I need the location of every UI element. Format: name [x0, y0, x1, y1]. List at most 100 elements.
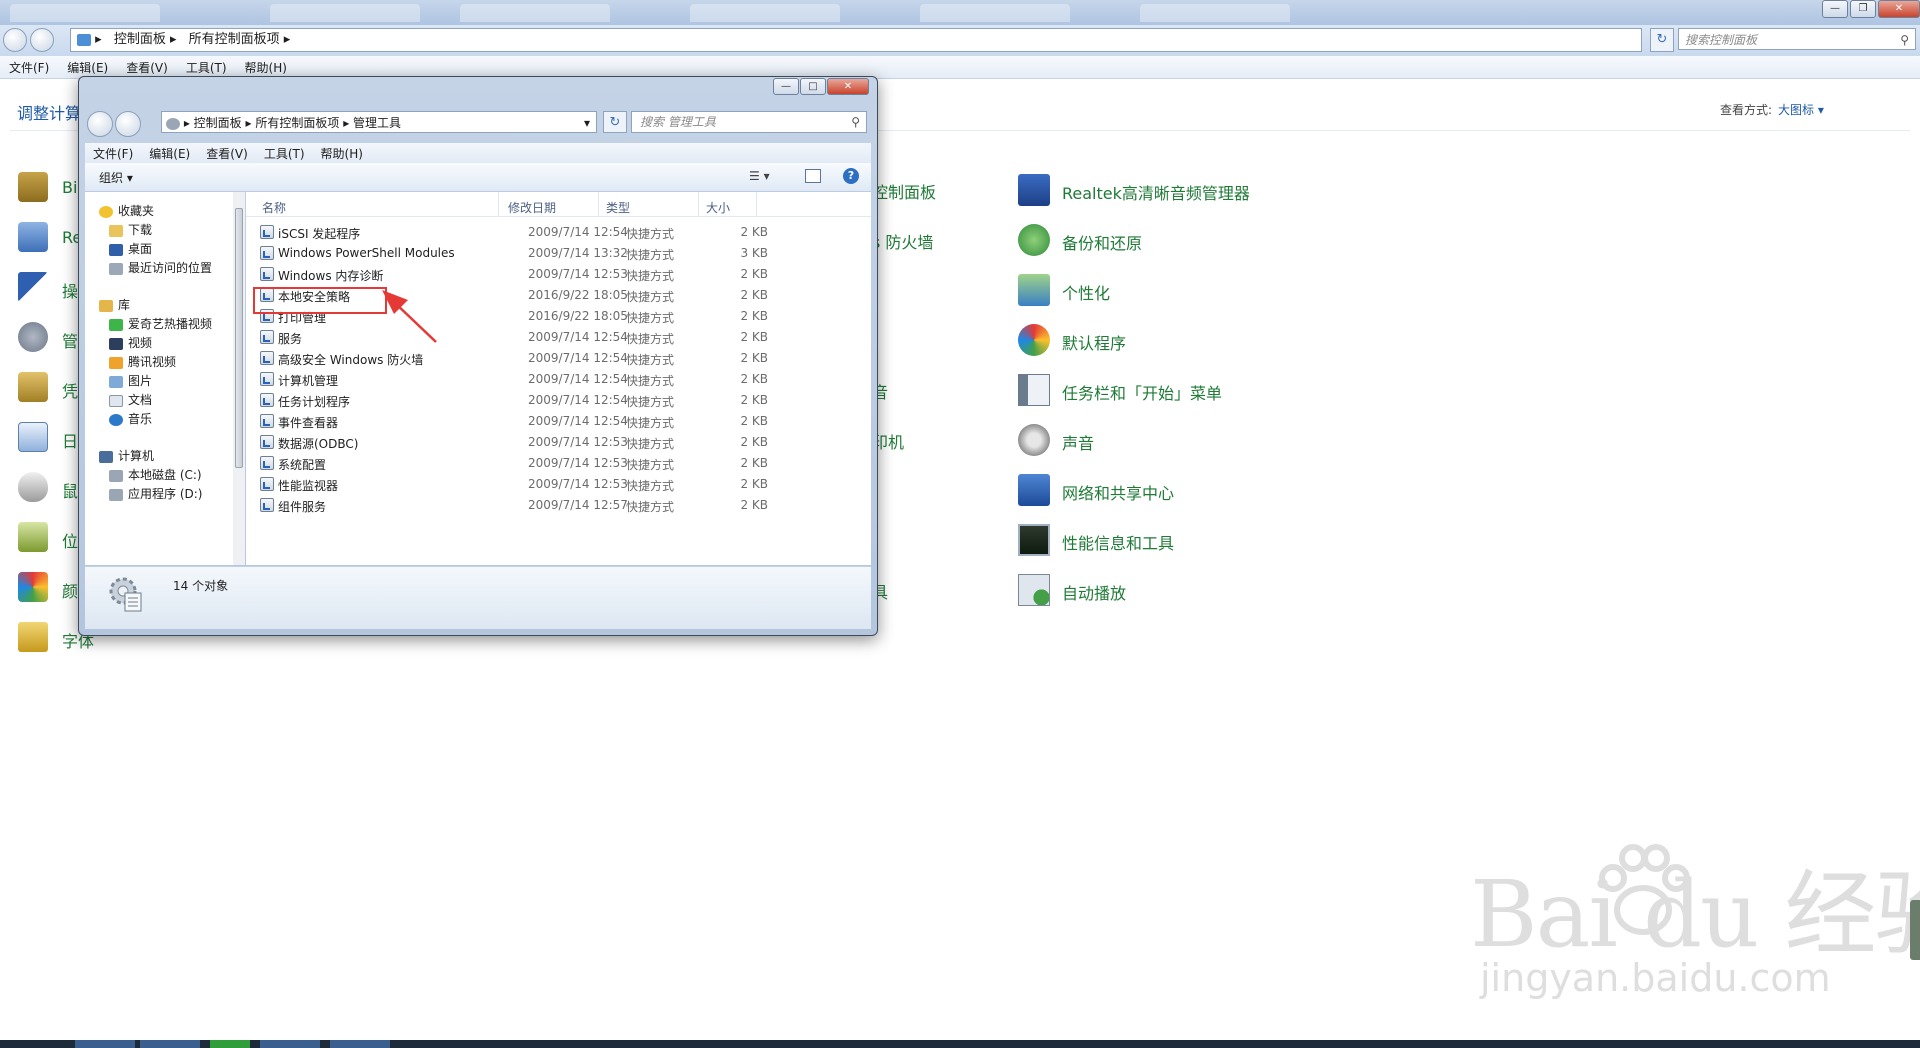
file-size: 2 KB: [740, 435, 768, 449]
refresh-button[interactable]: ↻: [603, 111, 627, 133]
close-button[interactable]: ✕: [1878, 0, 1920, 18]
breadcrumb[interactable]: 控制面板: [106, 32, 166, 47]
menu-view[interactable]: 查看(V): [198, 143, 256, 164]
taskbar-tab[interactable]: [460, 4, 610, 22]
file-row[interactable]: Windows 内存诊断 2009/7/14 12:53 快捷方式 2 KB: [258, 266, 858, 283]
scroll-thumb[interactable]: [235, 208, 243, 468]
speaker-icon: [1018, 424, 1050, 456]
baidu-watermark: Bai du 经验 jingyan.baidu.com: [1470, 840, 1920, 1040]
view-options-icon[interactable]: ☰ ▾: [749, 169, 770, 183]
column-date-modified[interactable]: 修改日期: [508, 199, 556, 216]
file-type: 快捷方式: [626, 374, 675, 388]
address-bar[interactable]: ▸ 控制面板 ▸ 所有控制面板项 ▸: [70, 28, 1642, 52]
cp-item-taskbar-start[interactable]: 任务栏和「开始」菜单: [1018, 374, 1418, 408]
maximize-button[interactable]: □: [800, 78, 826, 95]
address-dropdown-icon[interactable]: ▾: [584, 112, 590, 134]
nav-library-item[interactable]: 音乐: [109, 410, 152, 428]
menu-file[interactable]: 文件(F): [85, 143, 141, 164]
search-input[interactable]: 搜索控制面板 ⚲: [1678, 28, 1916, 50]
nav-drive-c[interactable]: 本地磁盘 (C:): [109, 466, 202, 484]
column-type[interactable]: 类型: [606, 199, 630, 216]
view-by-dropdown[interactable]: 大图标 ▾: [1778, 103, 1824, 117]
breadcrumb[interactable]: 控制面板: [194, 116, 242, 130]
taskbar-tab[interactable]: [690, 4, 840, 22]
menu-help[interactable]: 帮助(H): [313, 143, 371, 164]
nav-library-item[interactable]: 爱奇艺热播视频: [109, 315, 212, 333]
cp-item-default-programs[interactable]: 默认程序: [1018, 324, 1418, 358]
taskbar-tab[interactable]: [10, 4, 160, 22]
nav-favorites[interactable]: 收藏夹: [99, 202, 154, 220]
menu-edit[interactable]: 编辑(E): [141, 143, 198, 164]
organize-button[interactable]: 组织 ▾: [99, 169, 133, 186]
restore-button[interactable]: ❐: [1850, 0, 1876, 18]
cp-item-backup[interactable]: 备份和还原: [1018, 224, 1418, 258]
forward-button[interactable]: [30, 28, 54, 52]
taskbar-tab[interactable]: [920, 4, 1070, 22]
nav-library-item[interactable]: 文档: [109, 391, 152, 409]
file-row[interactable]: 性能监视器 2009/7/14 12:53 快捷方式 2 KB: [258, 476, 858, 493]
file-row[interactable]: Windows PowerShell Modules 2009/7/14 13:3…: [258, 245, 858, 262]
cp-item-personalization[interactable]: 个性化: [1018, 274, 1418, 308]
back-button[interactable]: [3, 28, 27, 52]
recent-places-icon: [109, 262, 123, 275]
minimize-button[interactable]: —: [1822, 0, 1848, 18]
realtek-audio-icon: [1018, 174, 1050, 206]
address-bar[interactable]: ▸ 控制面板 ▸ 所有控制面板项 ▸ 管理工具 ▾: [161, 111, 597, 133]
taskbar-button[interactable]: [260, 1040, 320, 1048]
breadcrumb[interactable]: 所有控制面板项: [255, 116, 339, 130]
cp-item-autoplay[interactable]: 自动播放: [1018, 574, 1418, 608]
file-name: Windows 内存诊断: [278, 269, 384, 283]
cp-item-performance[interactable]: 性能信息和工具: [1018, 524, 1418, 558]
nav-library-item[interactable]: 图片: [109, 372, 152, 390]
menu-file[interactable]: 文件(F): [0, 56, 58, 79]
cp-item-network[interactable]: 网络和共享中心: [1018, 474, 1418, 508]
menu-tools[interactable]: 工具(T): [256, 143, 313, 164]
file-row[interactable]: 任务计划程序 2009/7/14 12:54 快捷方式 2 KB: [258, 392, 858, 409]
nav-libraries[interactable]: 库: [99, 296, 130, 314]
file-row[interactable]: 高级安全 Windows 防火墙 2009/7/14 12:54 快捷方式 2 KB: [258, 350, 858, 367]
nav-downloads[interactable]: 下载: [109, 221, 152, 239]
file-row[interactable]: 数据源(ODBC) 2009/7/14 12:53 快捷方式 2 KB: [258, 434, 858, 451]
file-row[interactable]: 组件服务 2009/7/14 12:57 快捷方式 2 KB: [258, 497, 858, 514]
nav-library-item[interactable]: 腾讯视频: [109, 353, 176, 371]
cp-item-label[interactable]: s 防火墙: [872, 229, 933, 253]
breadcrumb[interactable]: 所有控制面板项: [181, 32, 280, 47]
file-row[interactable]: 系统配置 2009/7/14 12:53 快捷方式 2 KB: [258, 455, 858, 472]
nav-drive-d[interactable]: 应用程序 (D:): [109, 485, 202, 503]
nav-computer[interactable]: 计算机: [99, 447, 154, 465]
navigation-pane: 收藏夹 下载 桌面 最近访问的位置 库 爱奇艺热播视频 视频 腾讯视频 图片 文…: [85, 192, 234, 565]
view-by-control: 查看方式: 大图标 ▾: [1720, 103, 1824, 117]
close-button[interactable]: ✕: [827, 78, 869, 95]
minimize-button[interactable]: —: [773, 78, 799, 95]
cp-item-sound[interactable]: 声音: [1018, 424, 1418, 458]
cp-item-label[interactable]: 控制面板: [872, 179, 936, 203]
taskbar-button[interactable]: [140, 1040, 200, 1048]
taskbar-tab[interactable]: [270, 4, 420, 22]
refresh-button[interactable]: ↻: [1650, 28, 1674, 52]
file-row[interactable]: iSCSI 发起程序 2009/7/14 12:54 快捷方式 2 KB: [258, 224, 858, 241]
back-button[interactable]: [87, 111, 113, 137]
navigation-scrollbar[interactable]: [233, 192, 245, 565]
nav-recent-places[interactable]: 最近访问的位置: [109, 259, 212, 277]
column-size[interactable]: 大小: [706, 199, 730, 216]
taskbar-tab[interactable]: [1140, 4, 1290, 22]
download-folder-icon: [109, 224, 123, 237]
column-name[interactable]: 名称: [262, 199, 286, 216]
help-icon[interactable]: ?: [843, 168, 859, 184]
file-row[interactable]: 事件查看器 2009/7/14 12:54 快捷方式 2 KB: [258, 413, 858, 430]
nav-desktop[interactable]: 桌面: [109, 240, 152, 258]
file-row[interactable]: 计算机管理 2009/7/14 12:54 快捷方式 2 KB: [258, 371, 858, 388]
breadcrumb[interactable]: 管理工具: [353, 116, 401, 130]
file-row[interactable]: 服务 2009/7/14 12:54 快捷方式 2 KB: [258, 329, 858, 346]
side-scroll-handle[interactable]: [1910, 900, 1920, 960]
preview-pane-icon[interactable]: [805, 169, 821, 183]
taskbar-button[interactable]: [210, 1040, 250, 1048]
taskbar-button[interactable]: [330, 1040, 390, 1048]
file-date: 2009/7/14 12:54: [528, 393, 628, 407]
forward-button[interactable]: [115, 111, 141, 137]
nav-library-item[interactable]: 视频: [109, 334, 152, 352]
music-icon: [109, 413, 123, 426]
cp-item-realtek[interactable]: Realtek高清晰音频管理器: [1018, 174, 1418, 208]
search-input[interactable]: 搜索 管理工具 ⚲: [631, 111, 867, 133]
taskbar-button[interactable]: [75, 1040, 135, 1048]
